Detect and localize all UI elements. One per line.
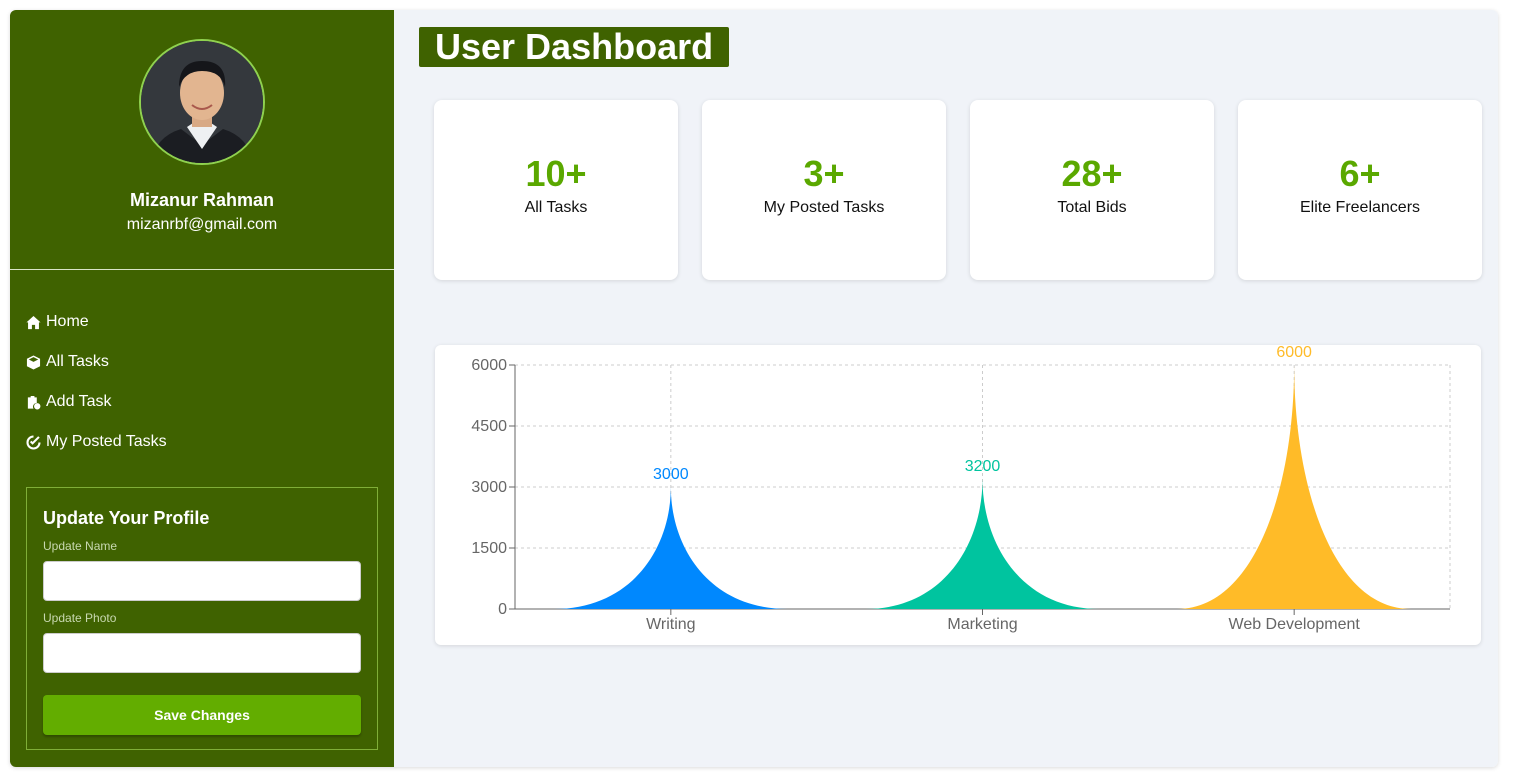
photo-input[interactable] <box>43 633 361 673</box>
sidebar-item-label: Home <box>46 313 89 330</box>
x-tick-label: Web Development <box>1229 616 1361 633</box>
y-tick-label: 4500 <box>471 418 507 435</box>
main-content: User Dashboard 10+ All Tasks 3+ My Poste… <box>394 10 1498 767</box>
app-frame: Mizanur Rahman mizanrbf@gmail.com Home A… <box>10 10 1498 767</box>
sidebar-divider <box>10 269 394 270</box>
page-title: User Dashboard <box>419 27 730 67</box>
stat-value: 10+ <box>525 153 587 194</box>
sidebar-item-home[interactable]: Home <box>26 302 167 342</box>
stat-card-all-tasks: 10+ All Tasks <box>434 100 678 280</box>
y-tick-label: 0 <box>498 601 507 618</box>
sidebar-item-label: All Tasks <box>46 353 109 370</box>
sidebar-item-label: Add Task <box>46 393 112 410</box>
name-field-label: Update Name <box>43 539 118 553</box>
save-changes-button[interactable]: Save Changes <box>43 695 361 735</box>
bar-chart-card: 0 1500 3000 4500 6000 3000 Writing 3200 Marketin… <box>435 344 1481 645</box>
form-title: Update Your Profile <box>43 508 210 528</box>
y-tick-label: 6000 <box>471 357 507 374</box>
sidebar-item-my-posted-tasks[interactable]: My Posted Tasks <box>26 422 167 462</box>
y-tick-label: 3000 <box>471 479 507 496</box>
sidebar-nav: Home All Tasks Add Task My Posted Tasks <box>26 302 167 462</box>
data-label: 3000 <box>653 466 689 483</box>
stat-card-my-posted-tasks: 3+ My Posted Tasks <box>702 100 946 280</box>
avatar-image <box>141 41 263 163</box>
stat-card-elite-freelancers: 6+ Elite Freelancers <box>1238 100 1482 280</box>
avatar <box>139 39 265 165</box>
user-name: Mizanur Rahman <box>129 190 275 210</box>
sidebar: Mizanur Rahman mizanrbf@gmail.com Home A… <box>10 10 394 767</box>
y-tick-label: 1500 <box>471 540 507 557</box>
stat-label: All Tasks <box>524 199 588 216</box>
name-input[interactable] <box>43 561 361 601</box>
x-tick-label: Marketing <box>947 616 1017 633</box>
stat-label: My Posted Tasks <box>763 199 885 216</box>
data-label: 3200 <box>965 458 1001 475</box>
stat-label: Total Bids <box>1057 199 1127 216</box>
stat-value: 3+ <box>803 153 845 194</box>
photo-field-label: Update Photo <box>43 611 117 625</box>
cube-icon <box>26 354 41 370</box>
stat-label: Elite Freelancers <box>1299 199 1421 216</box>
stat-card-total-bids: 28+ Total Bids <box>970 100 1214 280</box>
data-label: 6000 <box>1276 345 1312 361</box>
bar-marketing <box>865 478 1100 609</box>
sidebar-item-label: My Posted Tasks <box>46 433 167 450</box>
update-profile-form: Update Your Profile Update Name Update P… <box>26 487 378 750</box>
stat-value: 28+ <box>1061 153 1123 194</box>
home-icon <box>26 315 41 329</box>
x-tick-label: Writing <box>646 616 696 633</box>
check-circle-icon <box>26 434 41 450</box>
user-email: mizanrbf@gmail.com <box>126 216 278 233</box>
sidebar-item-add-task[interactable]: Add Task <box>26 382 167 422</box>
clipboard-plus-icon <box>27 395 41 409</box>
stat-value: 6+ <box>1339 153 1381 194</box>
bar-chart: 0 1500 3000 4500 6000 3000 Writing 3200 Marketin… <box>471 344 1451 633</box>
sidebar-item-all-tasks[interactable]: All Tasks <box>26 342 167 382</box>
